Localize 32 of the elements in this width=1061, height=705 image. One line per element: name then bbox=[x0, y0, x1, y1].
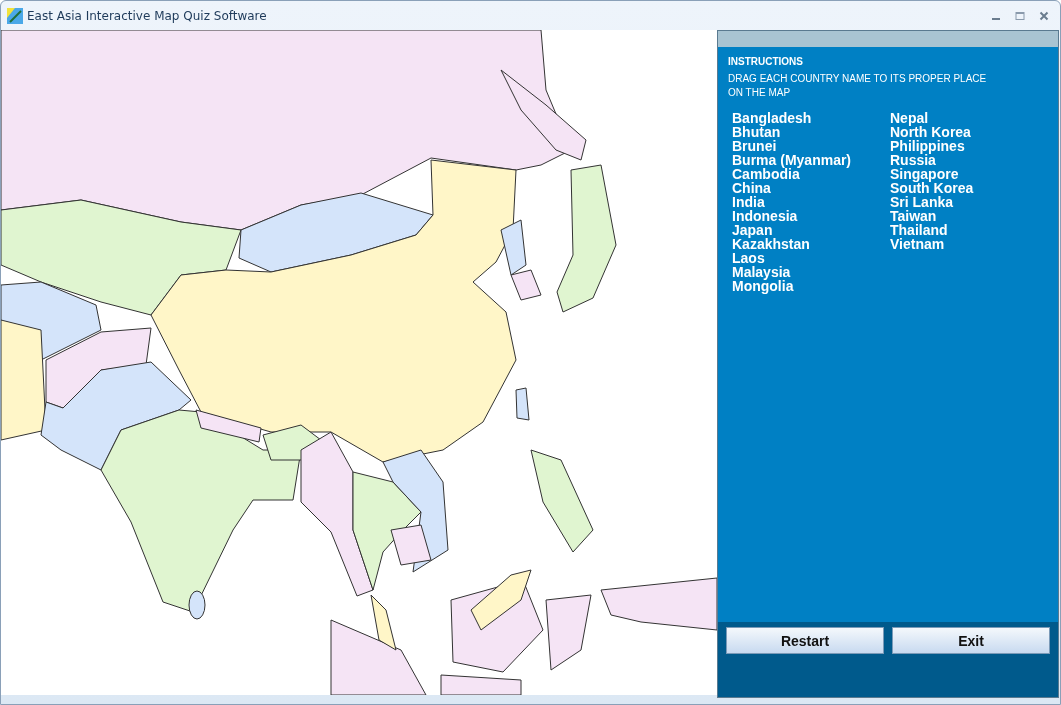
country-label[interactable]: India bbox=[732, 195, 765, 209]
country-label[interactable]: Singapore bbox=[890, 167, 959, 181]
app-icon bbox=[7, 7, 23, 24]
country-label[interactable]: Russia bbox=[890, 153, 936, 167]
country-label[interactable]: Malaysia bbox=[732, 265, 791, 279]
country-label[interactable]: Bhutan bbox=[732, 125, 781, 139]
exit-button[interactable]: Exit bbox=[892, 627, 1050, 654]
country-label[interactable]: Vietnam bbox=[890, 237, 945, 251]
close-icon bbox=[1039, 10, 1049, 21]
country-label[interactable]: North Korea bbox=[890, 125, 971, 139]
country-label[interactable]: Taiwan bbox=[890, 209, 937, 223]
country-label[interactable]: Cambodia bbox=[732, 167, 800, 181]
country-label[interactable]: China bbox=[732, 181, 771, 195]
country-label[interactable]: Nepal bbox=[890, 111, 929, 125]
country-label[interactable]: Sri Lanka bbox=[890, 195, 954, 209]
instruction-text: DRAG EACH COUNTRY NAME TO ITS PROPER PLACE ON THE MAP bbox=[728, 72, 988, 100]
minimize-icon bbox=[992, 18, 1000, 20]
country-label[interactable]: Thailand bbox=[890, 223, 948, 237]
country-label[interactable]: Kazakhstan bbox=[732, 237, 810, 251]
maximize-icon bbox=[1015, 10, 1025, 21]
restart-button[interactable]: Restart bbox=[726, 627, 884, 654]
country-label[interactable]: Bangladesh bbox=[732, 111, 812, 125]
country-label[interactable]: Indonesia bbox=[732, 209, 798, 223]
country-label[interactable]: Burma (Myanmar) bbox=[732, 153, 852, 167]
country-label[interactable]: Philippines bbox=[890, 139, 965, 153]
window-title: East Asia Interactive Map Quiz Software bbox=[27, 8, 267, 23]
country-label[interactable]: Mongolia bbox=[732, 279, 794, 293]
country-label[interactable]: South Korea bbox=[890, 181, 974, 195]
country-label[interactable]: Japan bbox=[732, 223, 773, 237]
country-label[interactable]: Laos bbox=[732, 251, 765, 265]
country-label[interactable]: Brunei bbox=[732, 139, 777, 153]
instructions-heading: INSTRUCTIONS bbox=[728, 56, 804, 67]
